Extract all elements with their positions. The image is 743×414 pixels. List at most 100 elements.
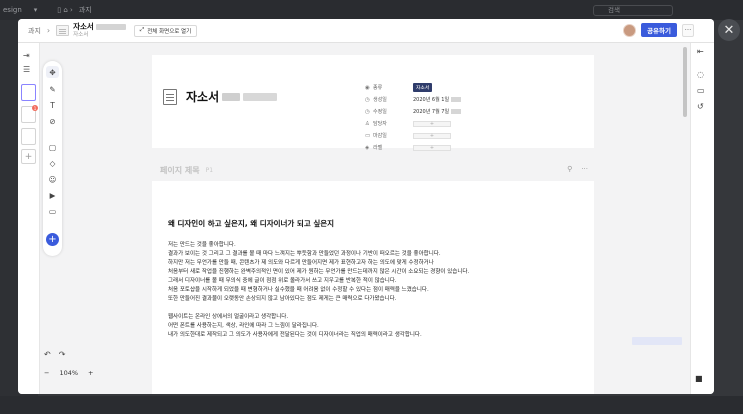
background-nav-icon: ▯ ⌂ › <box>57 6 73 14</box>
background-bottom <box>0 396 743 414</box>
paragraph-line: 웹사이트는 온라인 상에서의 얼굴이라고 생각합니다. <box>168 314 289 320</box>
doc-subtitle: 자소서 <box>73 31 89 38</box>
right-rail: ⇤ ◌ ▭ ↺ <box>690 43 714 394</box>
redacted-text <box>243 92 278 101</box>
emoji-icon[interactable]: ☺ <box>46 173 59 185</box>
doc-title[interactable]: 자소서 <box>73 22 94 31</box>
clock-icon: ◷ <box>365 96 370 103</box>
page-rail: ⇥ ☰ 1 + <box>18 43 40 394</box>
history-controls: ↶ ↷ <box>44 350 65 359</box>
pencil-icon[interactable]: ✎ <box>46 83 59 95</box>
redacted-text <box>222 92 241 101</box>
header-actions: 공유하기 ··· <box>623 23 694 37</box>
property-row[interactable]: ◷ 생성일 2020년 6월 1일 <box>365 95 462 104</box>
pan-tool-icon[interactable]: ✥ <box>46 66 59 78</box>
document-icon <box>163 89 177 105</box>
property-label: 마감일 <box>373 133 387 139</box>
redo-icon[interactable]: ↷ <box>59 350 66 359</box>
video-icon[interactable]: ▶ <box>46 189 59 201</box>
text-tool-icon[interactable]: T <box>46 99 59 111</box>
pin-icon[interactable]: ⚲ <box>567 165 572 173</box>
collapse-right-icon[interactable]: ⇤ <box>697 47 704 56</box>
paragraph-line: 그래서 디자이너를 볼 때 무의식 중에 글이 점점 위로 올라가서 쓰고 지우… <box>168 278 397 284</box>
paragraph-line: 처음부터 새로 작업을 진행하는 완벽주의적인 면이 있어 제가 원하는 무언가… <box>168 269 470 275</box>
expand-icon: ⤢ <box>139 27 145 33</box>
comment-icon[interactable]: ▭ <box>697 86 705 95</box>
document-info-card: 자소서 ◉ 종류 자소서 ◷ 생성일 2020년 6월 1일 ◷ 수정일 202… <box>152 55 594 151</box>
history-icon[interactable]: ↺ <box>697 102 704 111</box>
background-app-label: esign <box>3 6 22 14</box>
add-page-button[interactable]: + <box>21 149 36 164</box>
page-thumbnail-3[interactable] <box>21 128 36 145</box>
zoom-out-button[interactable]: − <box>44 369 49 377</box>
property-row[interactable]: ◷ 수정일 2020년 7월 7일 <box>365 107 462 116</box>
paragraph-line: 저는 만드는 것을 좋아합니다. <box>168 242 236 248</box>
document-title-text: 자소서 <box>186 90 220 104</box>
clock-icon: ◷ <box>365 108 370 115</box>
fullscreen-button-label: 전체 화면으로 열기 <box>147 28 192 35</box>
side-hint-bar <box>632 337 682 345</box>
property-label: 종류 <box>373 85 383 91</box>
property-label: 수정일 <box>373 109 387 115</box>
add-label-button[interactable]: + <box>413 144 451 151</box>
type-icon: ◉ <box>365 84 370 91</box>
modal-header: 과지 › 자소서 자소서 ⤢ 전체 화면으로 열기 공유하기 ··· <box>18 19 714 43</box>
close-modal-button[interactable]: ✕ <box>718 19 740 41</box>
calendar-icon: ▭ <box>365 132 371 139</box>
share-button[interactable]: 공유하기 <box>641 23 677 37</box>
add-assignee-button[interactable]: + <box>413 120 451 127</box>
background-breadcrumb: 과지 <box>78 6 92 14</box>
breadcrumb[interactable]: 과지 <box>28 26 41 36</box>
zoom-in-button[interactable]: + <box>88 369 93 377</box>
property-row[interactable]: ♙ 담당자 + <box>365 119 451 128</box>
vertical-scrollbar[interactable] <box>683 47 687 117</box>
paragraph-line: 하지만 저는 무언가를 만들 때, 콘텐츠가 제 의도와 다르게 만들어지면 제… <box>168 260 434 266</box>
redacted-text <box>451 97 462 102</box>
person-icon: ♙ <box>365 120 370 127</box>
property-row[interactable]: ◉ 종류 자소서 <box>365 83 433 92</box>
paragraph-line: 어떤 폰트를 사용하는지, 색상, 라인에 따라 그 느낌이 달라집니다. <box>168 323 319 329</box>
document-modal: 과지 › 자소서 자소서 ⤢ 전체 화면으로 열기 공유하기 ··· ⇥ ☰ 1… <box>18 19 714 394</box>
paragraph-line: 또한 만들어진 결과물이 오랫동안 손상되지 않고 남아있다는 점도 제게는 큰… <box>168 296 397 302</box>
avatar[interactable] <box>623 23 637 37</box>
comment-icon[interactable]: ▭ <box>46 205 59 217</box>
paragraph-line: 결과가 보이는 것 그리고 그 결과를 볼 때 마다 느껴지는 뿌듯함과 만들었… <box>168 251 441 257</box>
property-tag[interactable]: 자소서 <box>413 83 433 92</box>
property-row[interactable]: ▭ 마감일 + <box>365 131 451 140</box>
add-due-date-button[interactable]: + <box>413 132 451 139</box>
attachment-icon[interactable]: ⊘ <box>46 115 59 127</box>
redacted-text <box>451 109 462 114</box>
camera-icon[interactable]: ■ <box>695 374 703 383</box>
fullscreen-button[interactable]: ⤢ 전체 화면으로 열기 <box>133 24 198 37</box>
label-icon: ◈ <box>365 144 370 151</box>
shape-icon[interactable]: ◇ <box>46 157 59 169</box>
document-title[interactable]: 자소서 <box>186 88 278 105</box>
redacted-text <box>95 23 126 30</box>
add-element-button[interactable]: + <box>46 233 59 246</box>
property-row[interactable]: ◈ 라벨 + <box>365 143 451 152</box>
more-options-button[interactable]: ··· <box>682 23 694 37</box>
doc-title-group: 자소서 자소서 <box>73 22 126 39</box>
outline-icon[interactable]: ☰ <box>23 65 30 74</box>
collapse-panel-icon[interactable]: ⇥ <box>23 51 30 60</box>
content-page[interactable]: 왜 디자인이 하고 싶은지, 왜 디자이너가 되고 싶은지 저는 만드는 것을 … <box>152 181 594 394</box>
page-thumbnail-1[interactable] <box>21 84 36 101</box>
property-value: 2020년 6월 1일 <box>413 97 450 103</box>
zoom-level[interactable]: 104% <box>59 369 78 377</box>
chat-icon[interactable]: ◌ <box>697 70 704 79</box>
notification-badge: 1 <box>32 105 38 111</box>
zoom-controls: − 104% + <box>44 369 94 377</box>
section-title[interactable]: 페이지 제목 <box>160 165 200 176</box>
chevron-right-icon: › <box>46 26 51 35</box>
background-search-input: 검색 <box>593 5 673 16</box>
note-icon[interactable]: ▢ <box>46 141 59 153</box>
tools-toolbar: ✥ ✎ T ⊘ ▢ ◇ ☺ ▶ ▭ + <box>43 61 62 256</box>
undo-icon[interactable]: ↶ <box>44 350 51 359</box>
paragraph-line: 내가 의도한대로 제작되고 그 의도가 사용자에게 전달된다는 것이 디자이너라… <box>168 332 422 338</box>
property-label: 생성일 <box>373 97 387 103</box>
more-icon[interactable]: ··· <box>581 165 588 173</box>
page-thumbnail-2[interactable]: 1 <box>21 105 38 123</box>
paragraph-line: 처음 포토샵을 시작하게 되었을 때 변형하거나 실수했을 때 어려움 없이 수… <box>168 287 429 293</box>
property-value: 2020년 7월 7일 <box>413 109 450 115</box>
property-label: 담당자 <box>373 121 387 127</box>
